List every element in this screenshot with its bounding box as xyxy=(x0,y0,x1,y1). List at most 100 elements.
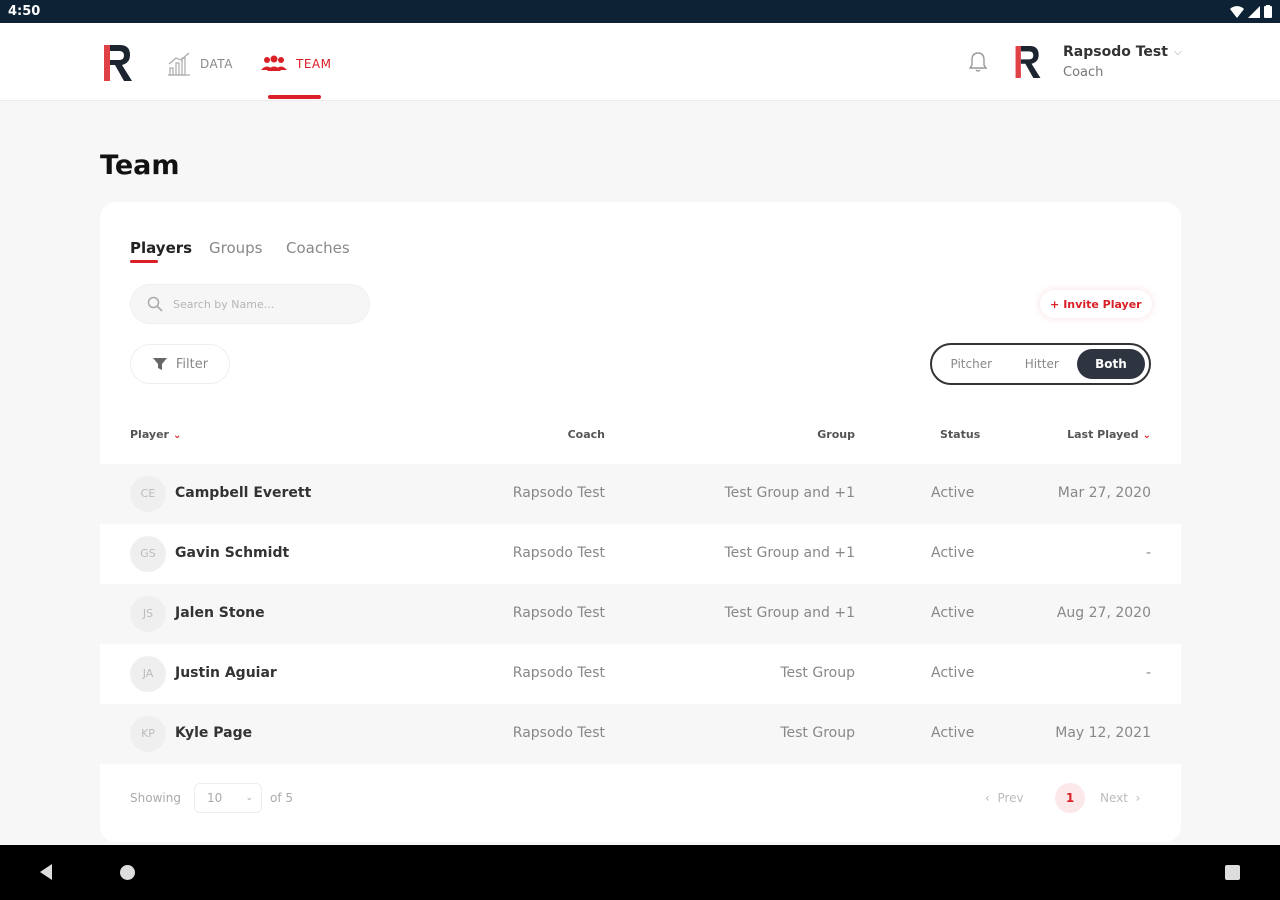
avatar: JA xyxy=(130,656,166,692)
player-last-played: May 12, 2021 xyxy=(1055,725,1151,741)
player-last-played: - xyxy=(1145,545,1151,561)
player-name: Justin Aguiar xyxy=(175,665,277,681)
search-icon xyxy=(147,296,163,312)
player-coach: Rapsodo Test xyxy=(512,545,605,561)
header-last-played[interactable]: Last Played ⌄ xyxy=(1067,428,1151,441)
recents-icon[interactable] xyxy=(1225,865,1240,880)
home-icon[interactable] xyxy=(120,865,135,880)
signal-icon xyxy=(1248,5,1260,18)
filter-button[interactable]: Filter xyxy=(130,344,230,384)
player-last-played: Mar 27, 2020 xyxy=(1057,485,1151,501)
player-last-played: Aug 27, 2020 xyxy=(1056,605,1151,621)
user-avatar[interactable] xyxy=(1012,43,1044,81)
search-box xyxy=(130,284,370,324)
rapsodo-logo[interactable] xyxy=(100,43,136,83)
header-group: Group xyxy=(817,428,855,441)
avatar: JS xyxy=(130,596,166,632)
table-row[interactable]: CE Campbell Everett Rapsodo Test Test Gr… xyxy=(100,464,1181,524)
tab-groups[interactable]: Groups xyxy=(209,239,262,257)
toggle-hitter[interactable]: Hitter xyxy=(1007,349,1078,379)
chevron-down-icon[interactable]: ⌵ xyxy=(1174,47,1182,58)
tab-active-indicator xyxy=(130,260,158,263)
player-coach: Rapsodo Test xyxy=(512,725,605,741)
nav-team[interactable]: TEAM xyxy=(260,49,331,79)
tab-coaches[interactable]: Coaches xyxy=(286,239,350,257)
player-status: Active xyxy=(931,725,975,741)
chevron-down-icon: ⌄ xyxy=(245,793,253,803)
user-role: Coach xyxy=(1063,65,1104,80)
header-player-label: Player xyxy=(130,428,169,441)
nav-active-indicator xyxy=(268,95,321,99)
top-navigation: DATA TEAM Rapsodo Test ⌵ Coach xyxy=(0,23,1280,101)
page-size-value: 10 xyxy=(207,791,223,805)
prev-label: Prev xyxy=(997,791,1024,805)
search-input[interactable] xyxy=(173,297,353,311)
chevron-down-icon: ⌄ xyxy=(1142,430,1151,441)
showing-label: Showing xyxy=(130,791,181,805)
toggle-pitcher[interactable]: Pitcher xyxy=(936,349,1007,379)
chart-icon xyxy=(168,52,190,76)
wifi-icon xyxy=(1230,5,1244,18)
invite-player-label: Invite Player xyxy=(1063,297,1142,311)
player-coach: Rapsodo Test xyxy=(512,485,605,501)
player-name: Gavin Schmidt xyxy=(175,545,290,561)
system-navigation-bar xyxy=(0,845,1280,900)
team-card: Players Groups Coaches + Invite Player F… xyxy=(100,202,1181,842)
header-status: Status xyxy=(940,428,981,441)
page-size-select[interactable]: 10 ⌄ xyxy=(194,783,262,813)
nav-team-label: TEAM xyxy=(296,57,332,71)
avatar: GS xyxy=(130,536,166,572)
table-header: Player ⌄ Coach Group Status Last Played ⌄ xyxy=(100,424,1181,448)
chevron-down-icon: ⌄ xyxy=(172,430,182,441)
player-status: Active xyxy=(931,545,975,561)
avatar: KP xyxy=(130,716,166,752)
total-count: of 5 xyxy=(270,791,294,805)
filter-label: Filter xyxy=(175,356,209,372)
player-name: Kyle Page xyxy=(175,725,253,741)
page-title: Team xyxy=(100,150,180,181)
nav-data-label: DATA xyxy=(200,57,233,71)
player-group: Test Group xyxy=(780,725,855,741)
player-name: Campbell Everett xyxy=(175,485,312,501)
player-last-played: - xyxy=(1145,665,1151,681)
clock: 4:50 xyxy=(8,4,41,19)
player-status: Active xyxy=(931,605,975,621)
player-group: Test Group xyxy=(780,665,855,681)
filter-icon xyxy=(152,358,167,370)
system-icons xyxy=(1230,5,1272,18)
tab-players[interactable]: Players xyxy=(130,239,192,257)
table-row[interactable]: JS Jalen Stone Rapsodo Test Test Group a… xyxy=(100,584,1181,644)
table-row[interactable]: GS Gavin Schmidt Rapsodo Test Test Group… xyxy=(100,524,1181,584)
page-number[interactable]: 1 xyxy=(1055,783,1085,813)
table-row[interactable]: KP Kyle Page Rapsodo Test Test Group Act… xyxy=(100,704,1181,764)
table-row[interactable]: JA Justin Aguiar Rapsodo Test Test Group… xyxy=(100,644,1181,704)
header-coach: Coach xyxy=(567,428,605,441)
player-group: Test Group and +1 xyxy=(724,605,855,621)
plus-icon: + xyxy=(1050,297,1060,311)
toggle-both[interactable]: Both xyxy=(1077,349,1145,379)
header-player[interactable]: Player ⌄ xyxy=(130,428,181,441)
player-group: Test Group and +1 xyxy=(724,545,855,561)
player-type-toggle: Pitcher Hitter Both xyxy=(930,343,1151,385)
next-label: Next xyxy=(1100,791,1128,805)
player-coach: Rapsodo Test xyxy=(512,665,605,681)
chevron-left-icon: ‹ xyxy=(985,791,990,805)
next-button[interactable]: Next › xyxy=(1100,791,1140,805)
bell-icon[interactable] xyxy=(968,51,988,73)
prev-button[interactable]: ‹ Prev xyxy=(985,791,1024,805)
player-name: Jalen Stone xyxy=(175,605,265,621)
chevron-right-icon: › xyxy=(1135,791,1141,805)
avatar: CE xyxy=(130,476,166,512)
invite-player-button[interactable]: + Invite Player xyxy=(1040,290,1152,318)
back-icon[interactable] xyxy=(38,863,54,881)
battery-icon xyxy=(1264,5,1272,18)
status-bar: 4:50 xyxy=(0,0,1280,23)
team-icon xyxy=(261,55,287,71)
pagination: Showing 10 ⌄ of 5 ‹ Prev 1 Next › xyxy=(100,782,1181,814)
player-table: CE Campbell Everett Rapsodo Test Test Gr… xyxy=(100,464,1181,764)
nav-data[interactable]: DATA xyxy=(166,49,233,79)
user-name[interactable]: Rapsodo Test xyxy=(1063,44,1168,60)
player-coach: Rapsodo Test xyxy=(512,605,605,621)
header-last-played-label: Last Played xyxy=(1067,428,1139,441)
player-status: Active xyxy=(931,665,975,681)
